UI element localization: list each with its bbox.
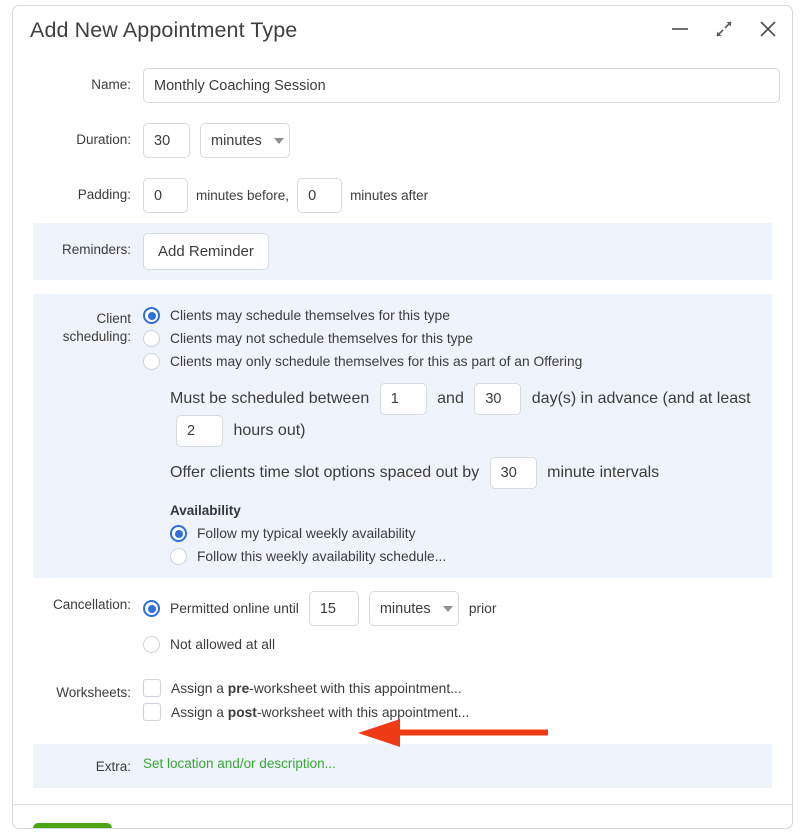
post-worksheet-emphasis: post [227, 704, 257, 720]
advance-max-input[interactable] [474, 383, 522, 415]
radio-option-schedule-allowed[interactable]: Clients may schedule themselves for this… [143, 304, 772, 327]
post-worksheet-prefix: Assign a [171, 704, 224, 720]
collapse-button[interactable] [712, 16, 736, 42]
duration-input[interactable] [143, 123, 190, 158]
cancellation-value-input[interactable] [308, 591, 359, 626]
band-spacer [13, 280, 792, 294]
form-rows: Name: Duration: minutes [13, 58, 792, 789]
add-reminder-button[interactable]: Add Reminder [143, 233, 269, 270]
radio-icon-selected [143, 600, 160, 617]
band-spacer [13, 734, 792, 744]
checkbox-option-pre-worksheet[interactable]: Assign a pre-worksheet with this appoint… [143, 676, 772, 700]
advance-tail-text: hours out) [233, 422, 306, 440]
cancellation-not-allowed-text: Not allowed at all [170, 637, 276, 652]
duration-unit-select[interactable]: minutes [200, 123, 290, 158]
row-duration: Duration: minutes [33, 113, 772, 168]
row-reminders: Reminders: Add Reminder [33, 223, 772, 280]
chevron-down-icon [273, 137, 284, 144]
availability-group: Availability Follow my typical weekly av… [143, 489, 772, 568]
radio-icon [143, 353, 160, 370]
dialog-footer: Save [13, 805, 792, 828]
radio-icon [143, 330, 160, 347]
advance-scheduling-sentence: Must be scheduled between and day(s) in … [143, 383, 772, 447]
row-worksheets: Worksheets: Assign a pre-worksheet with … [33, 666, 772, 734]
checkbox-icon [143, 703, 161, 721]
radio-label-schedule-not-allowed: Clients may not schedule themselves for … [170, 331, 473, 346]
padding-after-input[interactable] [297, 178, 343, 213]
radio-option-cancellation-permitted[interactable]: Permitted online until minutes prior [143, 588, 772, 629]
name-input[interactable] [143, 68, 780, 103]
radio-icon [170, 548, 187, 565]
padding-label: Padding: [77, 187, 131, 202]
pre-worksheet-label: Assign a pre-worksheet with this appoint… [171, 681, 462, 696]
radio-label-custom-availability: Follow this weekly availability schedule… [197, 549, 447, 564]
checkbox-icon [143, 679, 161, 697]
radio-icon [143, 636, 160, 653]
cancellation-suffix-text: prior [468, 601, 497, 616]
pre-worksheet-emphasis: pre [227, 680, 250, 696]
interval-suffix-text: minute intervals [547, 464, 660, 482]
post-worksheet-label: Assign a post-worksheet with this appoin… [171, 705, 469, 720]
client-scheduling-label: Client scheduling: [62, 311, 131, 345]
availability-heading: Availability [170, 503, 241, 518]
duration-unit-value: minutes [211, 132, 262, 149]
radio-label-schedule-allowed: Clients may schedule themselves for this… [170, 308, 450, 323]
row-cancellation: Cancellation: Permitted online until min… [33, 578, 772, 666]
radio-option-schedule-offering-only[interactable]: Clients may only schedule themselves for… [143, 350, 772, 373]
radio-icon-selected [170, 525, 187, 542]
row-extra: Extra: Set location and/or description..… [33, 744, 772, 789]
advance-prefix-text: Must be scheduled between [170, 390, 370, 408]
close-button[interactable] [756, 16, 780, 42]
row-name: Name: [33, 58, 780, 113]
advance-min-input[interactable] [379, 383, 427, 415]
pre-worksheet-prefix: Assign a [171, 680, 224, 696]
row-client-scheduling: Client scheduling: Clients may schedule … [33, 294, 772, 578]
radio-label-schedule-offering-only: Clients may only schedule themselves for… [170, 354, 583, 369]
advance-hours-input[interactable] [176, 415, 223, 447]
padding-before-input[interactable] [143, 178, 188, 213]
advance-suffix-text: day(s) in advance (and at least [531, 390, 751, 408]
row-padding: Padding: minutes before, minutes after [33, 168, 772, 223]
radio-label-typical-availability: Follow my typical weekly availability [197, 526, 416, 541]
cancellation-unit-select[interactable]: minutes [368, 591, 459, 626]
window-controls [668, 16, 780, 42]
extra-label: Extra: [95, 759, 131, 774]
padding-before-text: minutes before, [196, 188, 290, 203]
name-label: Name: [91, 77, 131, 92]
cancellation-unit-value: minutes [379, 600, 431, 617]
dialog-titlebar: Add New Appointment Type [13, 6, 792, 58]
interval-input[interactable] [489, 457, 537, 489]
add-appointment-type-dialog: Add New Appointment Type Name: Monthly C… [12, 5, 793, 829]
worksheets-label: Worksheets: [56, 685, 131, 700]
radio-option-custom-availability[interactable]: Follow this weekly availability schedule… [170, 545, 772, 568]
duration-label: Duration: [76, 132, 131, 147]
radio-option-cancellation-not-allowed[interactable]: Not allowed at all [143, 633, 772, 656]
radio-option-schedule-not-allowed[interactable]: Clients may not schedule themselves for … [143, 327, 772, 350]
interval-sentence: Offer clients time slot options spaced o… [143, 457, 772, 489]
cancellation-label: Cancellation: [52, 597, 131, 612]
interval-prefix-text: Offer clients time slot options spaced o… [170, 464, 480, 482]
radio-option-typical-availability[interactable]: Follow my typical weekly availability [170, 522, 772, 545]
padding-after-text: minutes after [350, 188, 429, 203]
save-button[interactable]: Save [33, 823, 113, 828]
advance-and-text: and [437, 390, 464, 408]
chevron-down-icon [442, 605, 453, 612]
radio-icon-selected [143, 307, 160, 324]
set-location-description-link[interactable]: Set location and/or description... [143, 756, 336, 771]
checkbox-option-post-worksheet[interactable]: Assign a post-worksheet with this appoin… [143, 700, 772, 724]
post-worksheet-suffix: -worksheet with this appointment... [256, 704, 470, 720]
pre-worksheet-suffix: -worksheet with this appointment... [249, 680, 462, 696]
reminders-label: Reminders: [61, 242, 131, 257]
minimize-button[interactable] [668, 16, 692, 42]
cancellation-permitted-text: Permitted online until [170, 601, 299, 616]
dialog-title: Add New Appointment Type [30, 18, 298, 42]
